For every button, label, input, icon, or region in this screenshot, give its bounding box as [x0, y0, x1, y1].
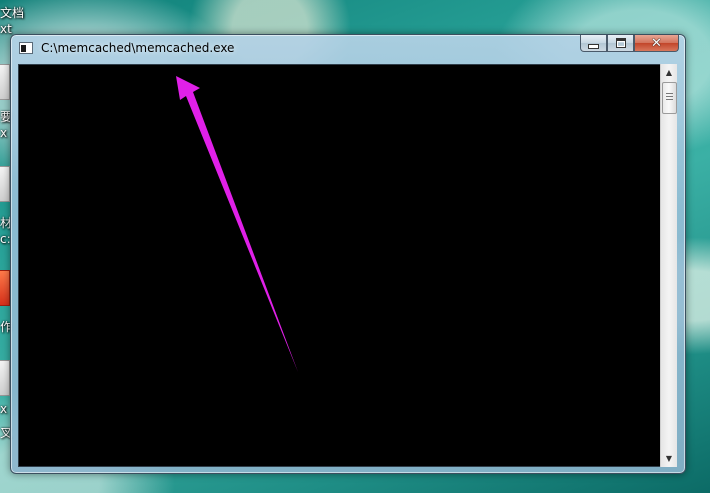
vertical-scrollbar[interactable]: ▲ ▼ [660, 64, 677, 467]
scrollbar-thumb[interactable] [662, 82, 677, 114]
chevron-up-icon: ▲ [665, 68, 673, 77]
maximize-button[interactable] [607, 35, 634, 52]
close-icon: ✕ [651, 35, 662, 51]
scroll-up-button[interactable]: ▲ [661, 64, 677, 81]
minimize-icon [588, 43, 599, 49]
minimize-button[interactable] [580, 35, 607, 52]
console-window: C:\memcached\memcached.exe ✕ ▲ ▼ [10, 34, 686, 474]
desktop-icon-label: 文档 [0, 6, 25, 20]
console-app-icon[interactable] [19, 42, 33, 54]
desktop-icon-label: xt [0, 22, 12, 36]
title-bar[interactable]: C:\memcached\memcached.exe ✕ [11, 35, 685, 63]
caption-buttons: ✕ [580, 35, 679, 53]
close-button[interactable]: ✕ [634, 35, 679, 52]
maximize-icon [615, 38, 626, 48]
scroll-down-button[interactable]: ▼ [661, 450, 677, 467]
desktop-icon-label: x [0, 126, 8, 140]
desktop-icon-label: x [0, 402, 8, 416]
grip-icon [666, 93, 673, 102]
desktop-document-icon[interactable] [0, 64, 10, 100]
window-title: C:\memcached\memcached.exe [41, 41, 235, 55]
desktop-document-icon[interactable] [0, 166, 10, 202]
desktop-document-icon[interactable] [0, 360, 10, 396]
desktop-app-icon[interactable] [0, 270, 10, 306]
console-output-area[interactable] [18, 64, 661, 467]
chevron-down-icon: ▼ [665, 454, 673, 463]
